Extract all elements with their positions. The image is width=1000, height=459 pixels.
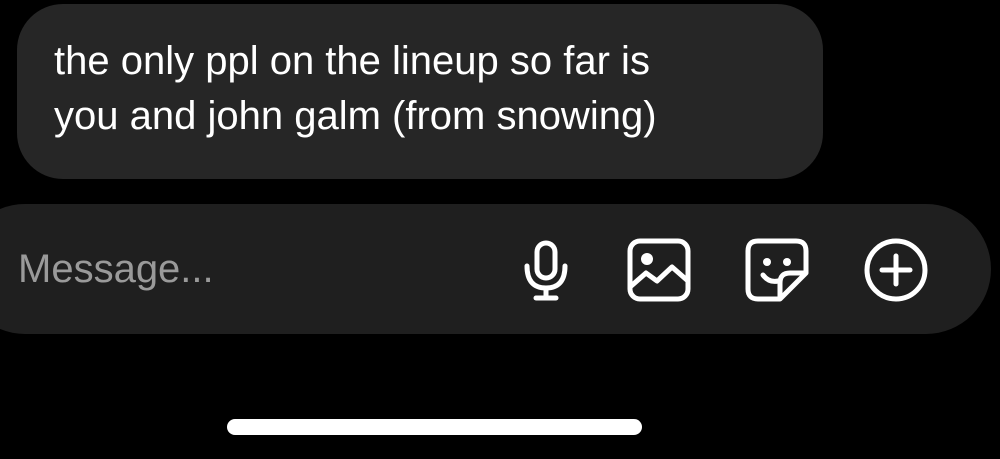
chat-screen: the only ppl on the lineup so far is you… bbox=[0, 0, 1000, 459]
more-options-button[interactable] bbox=[861, 235, 931, 305]
image-icon bbox=[627, 238, 691, 302]
message-text-line-2: you and john galm (from snowing) bbox=[54, 94, 657, 138]
received-message-bubble[interactable]: the only ppl on the lineup so far is you… bbox=[17, 4, 823, 179]
home-indicator[interactable] bbox=[227, 419, 642, 435]
add-icon bbox=[864, 238, 928, 302]
message-text-line-1: the only ppl on the lineup so far is bbox=[54, 39, 650, 83]
microphone-button[interactable] bbox=[511, 235, 581, 305]
sticker-icon bbox=[745, 238, 809, 302]
sticker-button[interactable] bbox=[742, 235, 812, 305]
microphone-icon bbox=[524, 240, 568, 301]
message-input[interactable]: Message... bbox=[18, 242, 214, 296]
gallery-button[interactable] bbox=[624, 235, 694, 305]
